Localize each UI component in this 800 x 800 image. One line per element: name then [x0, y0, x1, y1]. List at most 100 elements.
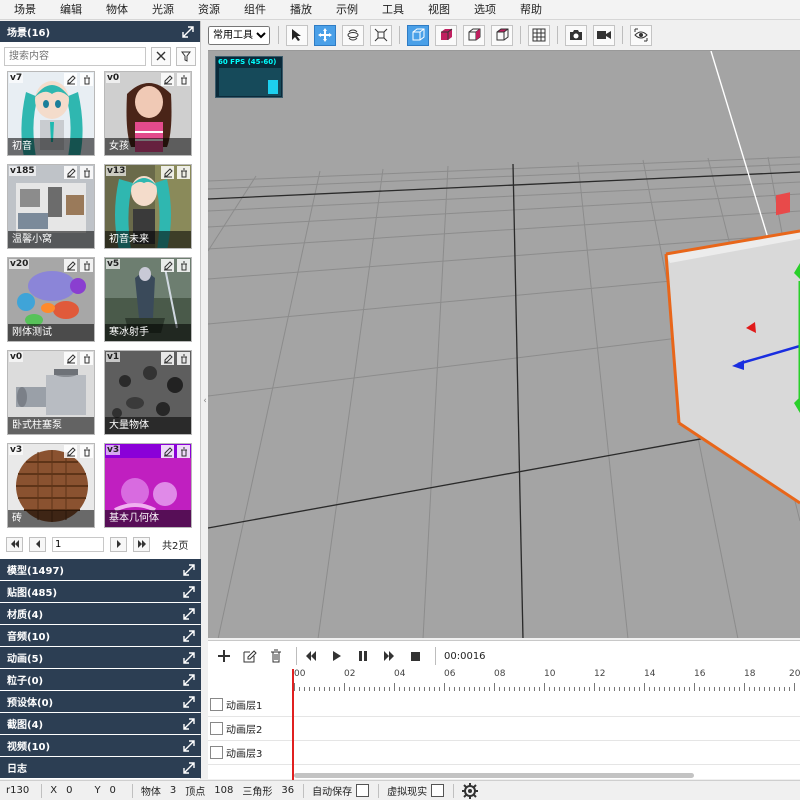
expand-icon[interactable]	[183, 673, 195, 686]
panel-header-prefabs[interactable]: 预设体(0)	[0, 691, 201, 712]
menu-options[interactable]: 选项	[460, 0, 506, 20]
page-input[interactable]	[52, 536, 104, 552]
menu-component[interactable]: 组件	[230, 0, 276, 20]
expand-icon[interactable]	[183, 585, 195, 598]
record-video-button[interactable]	[593, 24, 615, 46]
edit-icon[interactable]	[161, 166, 174, 179]
edit-icon[interactable]	[64, 352, 77, 365]
trash-icon[interactable]	[177, 259, 190, 272]
view-cube-front-button[interactable]	[407, 24, 429, 46]
preview-button[interactable]	[630, 24, 652, 46]
trash-icon[interactable]	[177, 73, 190, 86]
prev-page-button[interactable]	[29, 536, 46, 552]
panel-header-models[interactable]: 模型(1497)	[0, 559, 201, 580]
edit-layer-button[interactable]	[240, 646, 260, 666]
play-button[interactable]	[327, 646, 347, 666]
scene-card-basic-geometry[interactable]: v3 基本几何体	[104, 443, 192, 528]
view-cube-top-button[interactable]	[491, 24, 513, 46]
animation-layer-3[interactable]: 动画层3	[208, 741, 800, 765]
scene-card-miku-future[interactable]: v13 初音未来	[104, 164, 192, 249]
next-page-button[interactable]	[110, 536, 127, 552]
layer-checkbox[interactable]	[210, 722, 223, 735]
tool-mode-select[interactable]: 常用工具	[208, 25, 270, 45]
3d-viewport[interactable]: 60 FPS (45-60)	[208, 50, 800, 638]
scene-panel-header[interactable]: 场景(16)	[0, 21, 200, 42]
scene-card-miku[interactable]: v7 初音	[7, 71, 95, 156]
scale-tool-button[interactable]	[370, 24, 392, 46]
rewind-button[interactable]	[301, 646, 321, 666]
panel-header-particles[interactable]: 粒子(0)	[0, 669, 201, 690]
first-page-button[interactable]	[6, 536, 23, 552]
menu-view[interactable]: 视图	[414, 0, 460, 20]
trash-icon[interactable]	[177, 166, 190, 179]
pause-button[interactable]	[353, 646, 373, 666]
expand-icon[interactable]	[183, 761, 195, 774]
gear-icon[interactable]	[462, 782, 479, 799]
search-input[interactable]	[4, 46, 147, 66]
filter-button[interactable]	[176, 46, 196, 66]
move-tool-button[interactable]	[314, 24, 336, 46]
edit-icon[interactable]	[161, 73, 174, 86]
edit-icon[interactable]	[161, 259, 174, 272]
playhead[interactable]	[292, 669, 294, 780]
trash-icon[interactable]	[80, 352, 93, 365]
delete-layer-button[interactable]	[266, 646, 286, 666]
scene-card-brick[interactable]: v3 砖	[7, 443, 95, 528]
panel-header-audio[interactable]: 音频(10)	[0, 625, 201, 646]
edit-icon[interactable]	[64, 166, 77, 179]
scene-card-girl[interactable]: v0 女孩	[104, 71, 192, 156]
expand-icon[interactable]	[183, 695, 195, 708]
menu-tools[interactable]: 工具	[368, 0, 414, 20]
view-cube-side-button[interactable]	[463, 24, 485, 46]
edit-icon[interactable]	[161, 352, 174, 365]
expand-icon[interactable]	[183, 651, 195, 664]
menu-assets[interactable]: 资源	[184, 0, 230, 20]
panel-header-videos[interactable]: 视频(10)	[0, 735, 201, 756]
vr-checkbox[interactable]	[431, 784, 445, 797]
trash-icon[interactable]	[80, 445, 93, 458]
scene-card-many-objects[interactable]: v1 大量物体	[104, 350, 192, 435]
scene-card-cozy-room[interactable]: v185 温馨小窝	[7, 164, 95, 249]
screenshot-button[interactable]	[565, 24, 587, 46]
view-cube-solid-button[interactable]	[435, 24, 457, 46]
layer-checkbox[interactable]	[210, 698, 223, 711]
edit-icon[interactable]	[64, 259, 77, 272]
select-tool-button[interactable]	[286, 24, 308, 46]
panel-header-materials[interactable]: 材质(4)	[0, 603, 201, 624]
menu-edit[interactable]: 编辑	[46, 0, 92, 20]
menu-scene[interactable]: 场景	[0, 0, 46, 20]
panel-header-animation[interactable]: 动画(5)	[0, 647, 201, 668]
menu-light[interactable]: 光源	[138, 0, 184, 20]
timeline-scrollbar[interactable]	[294, 773, 694, 778]
expand-icon[interactable]	[183, 607, 195, 620]
trash-icon[interactable]	[177, 445, 190, 458]
scene-card-ice-archer[interactable]: v5 寒冰射手	[104, 257, 192, 342]
trash-icon[interactable]	[80, 259, 93, 272]
grid-toggle-button[interactable]	[528, 24, 550, 46]
expand-icon[interactable]	[183, 739, 195, 752]
expand-icon[interactable]	[182, 25, 194, 38]
edit-icon[interactable]	[64, 445, 77, 458]
rotate-tool-button[interactable]	[342, 24, 364, 46]
menu-examples[interactable]: 示例	[322, 0, 368, 20]
menu-play[interactable]: 播放	[276, 0, 322, 20]
autosave-checkbox[interactable]	[356, 784, 370, 797]
panel-header-textures[interactable]: 贴图(485)	[0, 581, 201, 602]
layer-checkbox[interactable]	[210, 746, 223, 759]
clear-search-button[interactable]	[151, 46, 172, 66]
trash-icon[interactable]	[177, 352, 190, 365]
edit-icon[interactable]	[64, 73, 77, 86]
panel-header-screenshots[interactable]: 截图(4)	[0, 713, 201, 734]
time-ruler[interactable]: 00 02 04 06 08 10 12 14 16 18 20	[294, 669, 800, 693]
panel-header-logs[interactable]: 日志	[0, 757, 201, 778]
expand-icon[interactable]	[183, 629, 195, 642]
menu-help[interactable]: 帮助	[506, 0, 552, 20]
expand-icon[interactable]	[183, 717, 195, 730]
animation-layer-1[interactable]: 动画层1	[208, 693, 800, 717]
trash-icon[interactable]	[80, 166, 93, 179]
edit-icon[interactable]	[161, 445, 174, 458]
scene-card-rigidbody-test[interactable]: v20 刚体测试	[7, 257, 95, 342]
stop-button[interactable]	[405, 646, 425, 666]
fast-forward-button[interactable]	[379, 646, 399, 666]
scene-card-plunger-pump[interactable]: v0 卧式柱塞泵	[7, 350, 95, 435]
